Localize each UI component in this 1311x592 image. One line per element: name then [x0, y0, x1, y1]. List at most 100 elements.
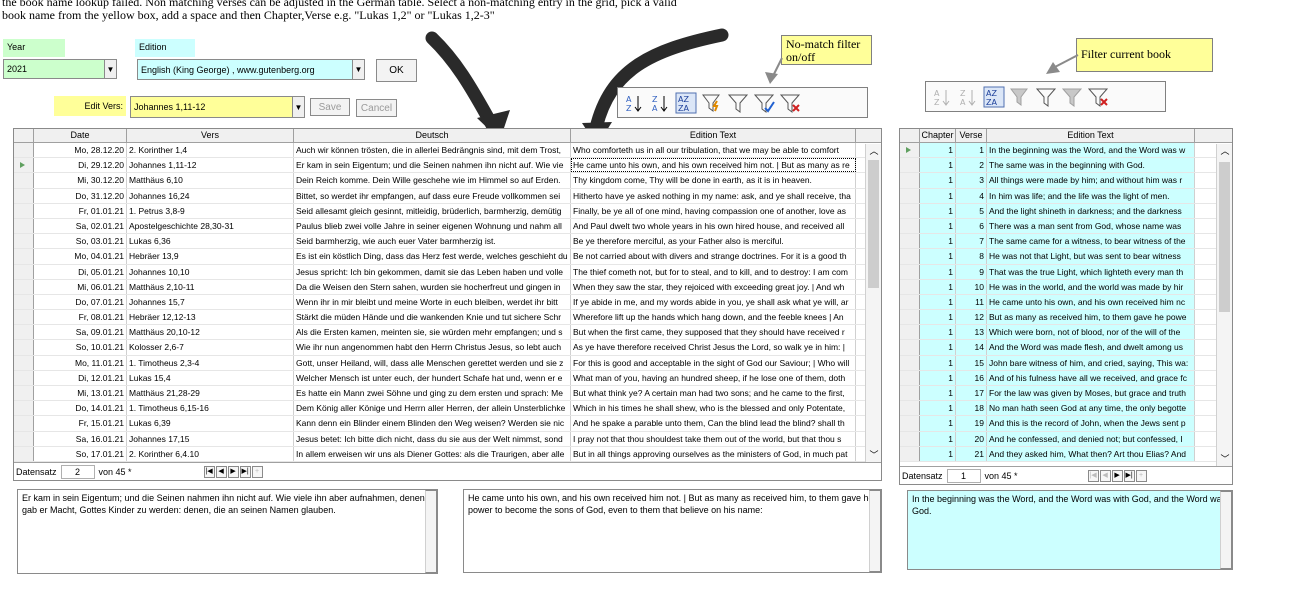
cell-edition-text[interactable]: In him was life; and the life was the li…	[987, 188, 1195, 203]
table-row[interactable]: 1 8 He was not that Light, but was sent to…	[900, 249, 1232, 265]
cell-edition-text[interactable]: When they saw the star, they rejoiced wi…	[571, 279, 856, 294]
table-row[interactable]: 1 18 No man hath seen God at any time, the…	[900, 401, 1232, 417]
cell-edition-text[interactable]: He was not that Light, but was sent to b…	[987, 249, 1195, 264]
column-header-edition-text[interactable]: Edition Text	[987, 129, 1195, 142]
cell-edition-text[interactable]: Be not carried about with divers and str…	[571, 249, 856, 264]
cell-edition-text[interactable]: And Paul dwelt two whole years in his ow…	[571, 218, 856, 234]
cell-date[interactable]: Sa, 02.01.21	[34, 218, 127, 234]
cell-deutsch[interactable]: Wenn ihr in mir bleibt und meine Worte i…	[294, 294, 571, 310]
sort-descending-icon[interactable]: ZA	[956, 85, 980, 109]
next-record-icon[interactable]: ▶	[1111, 469, 1123, 482]
table-row[interactable]: 1 6 There was a man sent from God, whose n…	[900, 218, 1232, 235]
cell-date[interactable]: Mi, 06.01.21	[34, 279, 127, 294]
column-header-deutsch[interactable]: Deutsch	[294, 129, 571, 142]
cell-edition-text[interactable]: The same was in the beginning with God.	[987, 158, 1195, 173]
cell-date[interactable]: Fr, 15.01.21	[34, 416, 127, 431]
cell-date[interactable]: Do, 07.01.21	[34, 294, 127, 310]
cell-edition-text[interactable]: He came unto his own, and his own receiv…	[987, 294, 1195, 310]
cell-vers[interactable]: Matthäus 20,10-12	[127, 325, 294, 340]
cell-edition-text[interactable]: And the Word was made flesh, and dwelt a…	[987, 340, 1195, 355]
cell-date[interactable]: Mo, 11.01.21	[34, 355, 127, 370]
table-row[interactable]: Do, 14.01.21 1. Timotheus 6,15-16 Dem Köni…	[14, 401, 881, 417]
cell-verse[interactable]: 11	[956, 294, 987, 310]
sort-ascending-icon[interactable]: AZ	[930, 85, 954, 109]
cell-verse[interactable]: 17	[956, 386, 987, 401]
cell-deutsch[interactable]: Stärkt die müden Hände und die wankenden…	[294, 310, 571, 325]
cell-vers[interactable]: Johannes 17,15	[127, 431, 294, 446]
filter-lightning-icon[interactable]	[700, 91, 724, 115]
cell-chapter[interactable]: 1	[920, 173, 956, 188]
cell-verse[interactable]: 7	[956, 234, 987, 249]
edition-memo[interactable]: He came unto his own, and his own receiv…	[463, 489, 882, 573]
table-row[interactable]: 1 14 And the Word was made flesh, and dwel…	[900, 340, 1232, 356]
row-indicator[interactable]	[14, 264, 34, 279]
last-record-icon[interactable]: ▶|	[1123, 469, 1135, 482]
table-row[interactable]: 1 1 In the beginning was the Word, and the…	[900, 143, 1232, 159]
row-indicator[interactable]	[900, 386, 920, 401]
cell-edition-text[interactable]: Finally, be ye all of one mind, having c…	[571, 203, 856, 218]
cell-chapter[interactable]: 1	[920, 386, 956, 401]
cell-deutsch[interactable]: Es ist ein köstlich Ding, dass das Herz …	[294, 249, 571, 264]
cell-vers[interactable]: 2. Korinther 6,4.10	[127, 446, 294, 461]
cell-deutsch[interactable]: Jesus betet: Ich bitte dich nicht, dass …	[294, 431, 571, 446]
cell-date[interactable]: Fr, 08.01.21	[34, 310, 127, 325]
row-indicator[interactable]	[14, 325, 34, 340]
row-indicator[interactable]	[14, 431, 34, 446]
row-indicator[interactable]	[900, 249, 920, 264]
cell-verse[interactable]: 5	[956, 203, 987, 218]
cell-deutsch[interactable]: Kann denn ein Blinder einem Blinden den …	[294, 416, 571, 431]
row-indicator[interactable]	[900, 158, 920, 173]
cell-date[interactable]: Do, 14.01.21	[34, 401, 127, 416]
table-row[interactable]: Mi, 06.01.21 Matthäus 2,10-11 Da die Weise…	[14, 279, 881, 295]
table-row[interactable]: Mi, 13.01.21 Matthäus 21,28-29 Es hatte ei…	[14, 386, 881, 402]
cell-deutsch[interactable]: Da die Weisen den Stern sahen, wurden si…	[294, 279, 571, 294]
cell-vers[interactable]: Johannes 16,24	[127, 188, 294, 203]
table-row[interactable]: Sa, 02.01.21 Apostelgeschichte 28,30-31 Pa…	[14, 218, 881, 235]
cell-verse[interactable]: 8	[956, 249, 987, 264]
cell-date[interactable]: So, 10.01.21	[34, 340, 127, 355]
cell-date[interactable]: Mo, 28.12.20	[34, 143, 127, 158]
table-row[interactable]: Mo, 11.01.21 1. Timotheus 2,3-4 Gott, unse…	[14, 355, 881, 371]
cell-deutsch[interactable]: Jesus spricht: Ich bin gekommen, damit s…	[294, 264, 571, 279]
table-row[interactable]: 1 19 And this is the record of John, when …	[900, 416, 1232, 432]
cell-vers[interactable]: Lukas 6,36	[127, 234, 294, 249]
cell-edition-text[interactable]: If ye abide in me, and my words abide in…	[571, 294, 856, 310]
cell-edition-text[interactable]: Wherefore lift up the hands which hang d…	[571, 310, 856, 325]
cell-vers[interactable]: 1. Petrus 3,8-9	[127, 203, 294, 218]
cell-deutsch[interactable]: Er kam in sein Eigentum; und die Seinen …	[294, 158, 571, 173]
cell-chapter[interactable]: 1	[920, 370, 956, 385]
row-indicator[interactable]	[14, 401, 34, 416]
table-row[interactable]: 1 17 For the law was given by Moses, but g…	[900, 386, 1232, 402]
cell-edition-text[interactable]: And the light shineth in darkness; and t…	[987, 203, 1195, 218]
cell-deutsch[interactable]: Dein Reich komme. Dein Wille geschehe wi…	[294, 173, 571, 188]
cell-deutsch[interactable]: Paulus blieb zwei volle Jahre in seiner …	[294, 218, 571, 234]
cell-verse[interactable]: 13	[956, 325, 987, 340]
row-indicator[interactable]	[900, 218, 920, 234]
cell-deutsch[interactable]: Auch wir können trösten, die in allerlei…	[294, 143, 571, 158]
sort-multi-icon[interactable]: AZ ZA	[674, 91, 698, 115]
table-row[interactable]: Mi, 30.12.20 Matthäus 6,10 Dein Reich komm…	[14, 173, 881, 189]
cell-vers[interactable]: Matthäus 6,10	[127, 173, 294, 188]
table-row[interactable]: 1 3 All things were made by him; and witho…	[900, 173, 1232, 189]
cell-deutsch[interactable]: Dem König aller Könige und Herrn aller H…	[294, 401, 571, 416]
cell-verse[interactable]: 2	[956, 158, 987, 173]
book-grid-scrollbar[interactable]: ︿ ﹀	[1216, 144, 1232, 466]
cell-verse[interactable]: 12	[956, 310, 987, 325]
row-indicator[interactable]	[14, 416, 34, 431]
cell-edition-text[interactable]: John bare witness of him, and cried, say…	[987, 355, 1195, 370]
cell-vers[interactable]: 2. Korinther 1,4	[127, 143, 294, 158]
cell-date[interactable]: Sa, 09.01.21	[34, 325, 127, 340]
cell-edition-text[interactable]: But what think ye? A certain man had two…	[571, 386, 856, 401]
cell-chapter[interactable]: 1	[920, 401, 956, 416]
cell-vers[interactable]: 1. Timotheus 6,15-16	[127, 401, 294, 416]
table-row[interactable]: Sa, 16.01.21 Johannes 17,15 Jesus betet: …	[14, 431, 881, 447]
cell-edition-text[interactable]: The same came for a witness, to bear wit…	[987, 234, 1195, 249]
cell-date[interactable]: Mi, 13.01.21	[34, 386, 127, 401]
cell-verse[interactable]: 19	[956, 416, 987, 431]
filter-icon[interactable]	[1034, 85, 1058, 109]
new-record-icon[interactable]: +	[251, 465, 263, 478]
row-indicator[interactable]	[14, 143, 34, 158]
cell-chapter[interactable]: 1	[920, 355, 956, 370]
cell-edition-text[interactable]: And he spake a parable unto them, Can th…	[571, 416, 856, 431]
table-row[interactable]: 1 13 Which were born, not of blood, nor of…	[900, 325, 1232, 341]
